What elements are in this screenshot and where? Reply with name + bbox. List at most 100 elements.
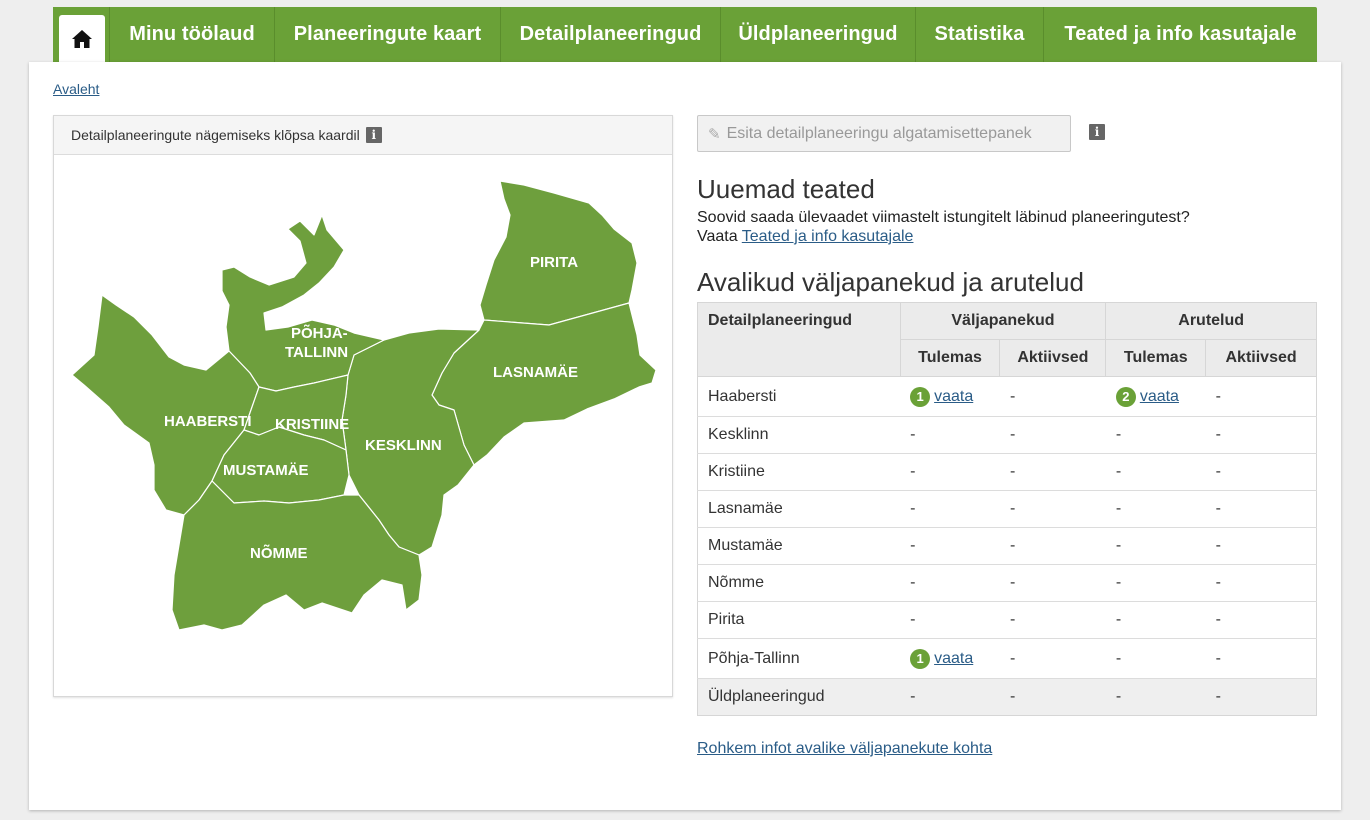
subheader-aktiivsed-2: Aktiivsed	[1205, 339, 1317, 377]
subheader-tulemas-2: Tulemas	[1105, 339, 1207, 377]
home-icon	[72, 29, 92, 48]
label-pohja-2: TALLINN	[285, 344, 348, 361]
tab-statistika[interactable]: Statistika	[915, 7, 1043, 62]
table-row: Põhja-Tallinn 1 vaata - - -	[697, 638, 1317, 679]
main-nav: Minu töölaud Planeeringute kaart Detailp…	[53, 7, 1317, 62]
table-row: Pirita - - - -	[697, 601, 1317, 639]
news-line-1: Soovid saada ülevaadet viimastelt istung…	[697, 209, 1190, 226]
map-instruction: Detailplaneeringute nägemiseks klõpsa ka…	[71, 127, 360, 143]
cell: -	[1205, 416, 1317, 454]
cell: -	[1105, 564, 1206, 602]
propose-button-label: Esita detailplaneeringu algatamisettepan…	[726, 124, 1032, 142]
cell: -	[999, 490, 1106, 528]
news-line-2-prefix: Vaata	[697, 228, 738, 245]
cell: -	[900, 678, 1000, 716]
label-haabersti: HAABERSTI	[164, 413, 252, 430]
tab-minu-toolaud[interactable]: Minu töölaud	[109, 7, 274, 62]
cell: -	[999, 638, 1106, 679]
cell: -	[999, 527, 1106, 565]
cell: -	[900, 453, 1000, 491]
cell: -	[1105, 527, 1206, 565]
cell: -	[1105, 490, 1206, 528]
cell: -	[900, 527, 1000, 565]
vaata-link[interactable]: vaata	[1140, 388, 1179, 405]
row-name: Üldplaneeringud	[697, 678, 901, 716]
news-title: Uuemad teated	[697, 174, 875, 204]
info-icon[interactable]: i	[365, 127, 382, 143]
label-pohja-1: PÕHJA-	[291, 324, 348, 342]
info-icon[interactable]: i	[1089, 124, 1105, 140]
table-row: Nõmme - - - -	[697, 564, 1317, 602]
cell: -	[1205, 678, 1317, 716]
propose-initiative-button[interactable]: ✎ Esita detailplaneeringu algatamisettep…	[697, 115, 1071, 152]
table-row: Kristiine - - - -	[697, 453, 1317, 491]
row-name: Kesklinn	[697, 416, 901, 454]
cell: -	[900, 564, 1000, 602]
label-pirita: PIRITA	[530, 254, 578, 271]
district-lasnamae[interactable]	[431, 302, 657, 466]
count-badge: 2	[1115, 386, 1136, 407]
row-name: Lasnamäe	[697, 490, 901, 528]
cell: -	[1205, 564, 1317, 602]
label-mustamae: MUSTAMÄE	[223, 462, 309, 479]
district-pirita[interactable]	[479, 180, 638, 326]
cell: -	[900, 490, 1000, 528]
breadcrumb-home-link[interactable]: Avaleht	[53, 81, 99, 97]
col-header-valjapanekud: Väljapanekud	[899, 302, 1107, 340]
cell: -	[1105, 601, 1206, 639]
public-title: Avalikud väljapanekud ja arutelud	[697, 267, 1084, 297]
row-name: Haabersti	[697, 376, 901, 417]
row-name: Pirita	[697, 601, 901, 639]
cell: 1 vaata	[900, 376, 1000, 417]
tallinn-district-map[interactable]: PIRITA PÕHJA- TALLINN LASNAMÄE HAABERSTI…	[54, 155, 672, 696]
teated-info-link[interactable]: Teated ja info kasutajale	[742, 228, 914, 245]
cell: 1 vaata	[900, 638, 1000, 679]
table-row: Haabersti 1 vaata - 2 vaata -	[697, 376, 1317, 417]
cell: 2 vaata	[1105, 376, 1206, 417]
cell: -	[1105, 416, 1206, 454]
tab-home[interactable]	[53, 7, 109, 62]
cell: -	[1205, 638, 1317, 679]
map-panel-header: Detailplaneeringute nägemiseks klõpsa ka…	[54, 116, 672, 155]
cell: -	[1205, 601, 1317, 639]
cell: -	[900, 416, 1000, 454]
cell: -	[999, 376, 1106, 417]
col-header-detailplaneeringud: Detailplaneeringud	[697, 302, 901, 377]
district-map-panel: Detailplaneeringute nägemiseks klõpsa ka…	[53, 115, 673, 697]
label-kristiine: KRISTIINE	[275, 416, 349, 433]
cell: -	[999, 564, 1106, 602]
news-text: Soovid saada ülevaadet viimastelt istung…	[697, 208, 1190, 246]
label-kesklinn: KESKLINN	[365, 437, 442, 454]
pencil-icon: ✎	[708, 125, 721, 143]
subheader-tulemas-1: Tulemas	[899, 339, 1001, 377]
news-line-2: Vaata Teated ja info kasutajale	[697, 227, 1190, 246]
vaata-link[interactable]: vaata	[934, 388, 973, 405]
tab-detailplaneeringud[interactable]: Detailplaneeringud	[500, 7, 720, 62]
main-content: Avaleht Detailplaneeringute nägemiseks k…	[29, 62, 1341, 810]
cell: -	[1205, 490, 1317, 528]
table-row: Üldplaneeringud - - - -	[697, 678, 1317, 716]
row-name: Põhja-Tallinn	[697, 638, 901, 679]
count-badge: 1	[910, 648, 931, 669]
home-tab-active[interactable]	[59, 15, 105, 62]
cell: -	[999, 678, 1106, 716]
table-row: Kesklinn - - - -	[697, 416, 1317, 454]
cell: -	[1205, 527, 1317, 565]
cell: -	[1105, 678, 1206, 716]
public-displays-table: Detailplaneeringud Väljapanekud Arutelud…	[697, 302, 1317, 716]
table-row: Lasnamäe - - - -	[697, 490, 1317, 528]
cell: -	[999, 601, 1106, 639]
tab-teated-info[interactable]: Teated ja info kasutajale	[1043, 7, 1317, 62]
row-name: Mustamäe	[697, 527, 901, 565]
cell: -	[999, 453, 1106, 491]
cell: -	[900, 601, 1000, 639]
more-info-link[interactable]: Rohkem infot avalike väljapanekute kohta	[697, 740, 992, 758]
tab-planeeringute-kaart[interactable]: Planeeringute kaart	[274, 7, 500, 62]
cell: -	[999, 416, 1106, 454]
row-name: Nõmme	[697, 564, 901, 602]
label-lasnamae: LASNAMÄE	[493, 364, 578, 381]
cell: -	[1105, 638, 1206, 679]
tab-uldplaneeringud[interactable]: Üldplaneeringud	[720, 7, 915, 62]
vaata-link[interactable]: vaata	[934, 650, 973, 667]
row-name: Kristiine	[697, 453, 901, 491]
